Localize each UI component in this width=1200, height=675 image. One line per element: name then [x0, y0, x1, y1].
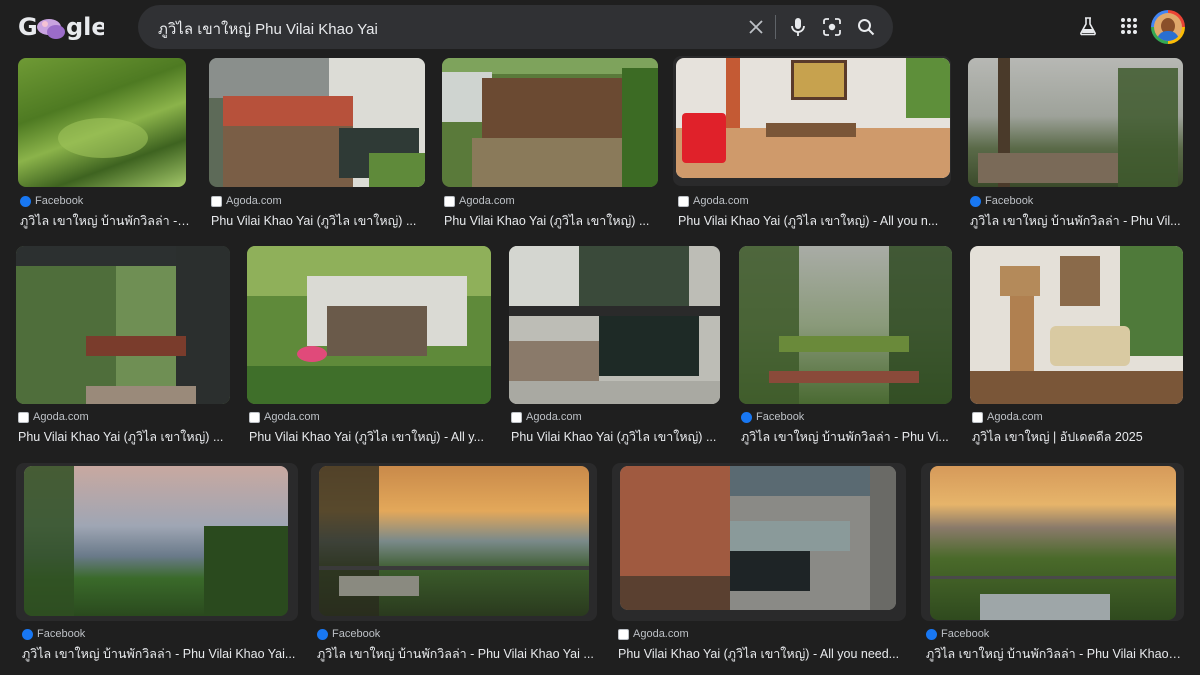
agoda-icon [249, 411, 260, 423]
result-title[interactable]: Phu Vilai Khao Yai (ภูวิไล เขาใหญ่) - Al… [678, 211, 948, 231]
image-result-card[interactable]: Facebook ภูวิไล เขาใหญ่ บ้านพักวิลล่า - … [18, 58, 190, 231]
apps-grid-icon[interactable] [1117, 14, 1141, 38]
agoda-icon [972, 411, 983, 423]
image-result-card[interactable]: Agoda.com Phu Vilai Khao Yai (ภูวิไล เขา… [676, 58, 950, 228]
facebook-icon [741, 411, 752, 423]
result-title[interactable]: ภูวิไล เขาใหญ่ บ้านพักวิลล่า - Phu Vilai… [317, 644, 597, 664]
agoda-icon [211, 195, 222, 207]
result-source: Agoda.com [33, 411, 89, 423]
agoda-icon [618, 628, 629, 640]
result-thumbnail[interactable] [676, 58, 950, 178]
image-result-card[interactable]: Agoda.com Phu Vilai Khao Yai (ภูวิไล เขา… [247, 246, 493, 446]
image-result-card[interactable]: Agoda.com Phu Vilai Khao Yai (ภูวิไล เขา… [442, 58, 660, 228]
search-icon[interactable] [854, 15, 878, 39]
agoda-icon [18, 411, 29, 423]
svg-text:G: G [18, 13, 38, 41]
result-thumbnail[interactable] [970, 246, 1183, 404]
result-source: Agoda.com [987, 411, 1043, 423]
result-title[interactable]: ภูวิไล เขาใหญ่ บ้านพักวิลล่า - Phu Vilai… [926, 644, 1182, 664]
flask-icon[interactable] [1076, 14, 1100, 38]
result-source: Facebook [985, 195, 1034, 207]
result-thumbnail[interactable] [18, 58, 186, 187]
agoda-icon [444, 195, 455, 207]
result-thumbnail[interactable] [442, 58, 658, 187]
close-icon[interactable] [744, 15, 768, 39]
result-source: Facebook [756, 411, 805, 423]
image-result-card[interactable]: Agoda.com Phu Vilai Khao Yai (ภูวิไล เขา… [509, 246, 721, 446]
result-thumbnail[interactable] [509, 246, 720, 404]
image-result-card[interactable]: Agoda.com Phu Vilai Khao Yai (ภูวิไล เขา… [16, 246, 232, 446]
result-source: Facebook [941, 628, 990, 640]
facebook-icon [20, 195, 31, 207]
search-divider [775, 15, 776, 39]
result-thumbnail[interactable] [739, 246, 952, 404]
result-source: Agoda.com [633, 628, 689, 640]
result-title[interactable]: ภูวิไล เขาใหญ่ | อัปเดตดีล 2025 [972, 427, 1184, 447]
top-bar: G gle ภูวิไล เขาใหญ่ Phu Vilai Khao Yai [0, 0, 1200, 56]
agoda-icon [511, 411, 522, 423]
microphone-icon[interactable] [786, 15, 810, 39]
image-result-card[interactable]: Agoda.com Phu Vilai Khao Yai (ภูวิไล เขา… [209, 58, 427, 228]
result-thumbnail[interactable] [620, 466, 896, 610]
result-title[interactable]: Phu Vilai Khao Yai (ภูวิไล เขาใหญ่) - Al… [249, 427, 493, 447]
image-result-card[interactable]: Agoda.com Phu Vilai Khao Yai (ภูวิไล เขา… [616, 466, 906, 666]
search-input[interactable]: ภูวิไล เขาใหญ่ Phu Vilai Khao Yai [158, 17, 378, 41]
result-thumbnail[interactable] [930, 466, 1176, 620]
result-title[interactable]: Phu Vilai Khao Yai (ภูวิไล เขาใหญ่) ... [444, 211, 660, 231]
svg-text:gle: gle [66, 13, 104, 41]
image-result-card[interactable]: Facebook ภูวิไล เขาใหญ่ บ้านพักวิลล่า - … [968, 58, 1184, 228]
facebook-icon [22, 628, 33, 640]
result-thumbnail[interactable] [209, 58, 425, 187]
facebook-icon [970, 195, 981, 207]
result-title[interactable]: ภูวิไล เขาใหญ่ บ้านพักวิลล่า - Phu Vilai… [22, 644, 298, 664]
image-result-card[interactable]: Facebook ภูวิไล เขาใหญ่ บ้านพักวิลล่า - … [20, 466, 298, 666]
result-thumbnail[interactable] [24, 466, 288, 616]
result-source: Agoda.com [264, 411, 320, 423]
result-title[interactable]: Phu Vilai Khao Yai (ภูวิไล เขาใหญ่) - Al… [618, 644, 906, 664]
result-title[interactable]: Phu Vilai Khao Yai (ภูวิไล เขาใหญ่) ... [511, 427, 722, 447]
result-source: Facebook [332, 628, 381, 640]
result-thumbnail[interactable] [247, 246, 491, 404]
google-doodle-logo[interactable]: G gle [18, 10, 108, 42]
result-title[interactable]: Phu Vilai Khao Yai (ภูวิไล เขาใหญ่) ... [211, 211, 427, 231]
result-title[interactable]: Phu Vilai Khao Yai (ภูวิไล เขาใหญ่) ... [18, 427, 232, 447]
result-source: Agoda.com [459, 195, 515, 207]
image-result-card[interactable]: Facebook ภูวิไล เขาใหญ่ บ้านพักวิลล่า - … [924, 466, 1184, 666]
result-title[interactable]: ภูวิไล เขาใหญ่ บ้านพักวิลล่า - ... [20, 211, 190, 231]
search-bar[interactable]: ภูวิไล เขาใหญ่ Phu Vilai Khao Yai [138, 5, 893, 49]
agoda-icon [678, 195, 689, 207]
result-title[interactable]: ภูวิไล เขาใหญ่ บ้านพักวิลล่า - Phu Vi... [741, 427, 953, 447]
result-thumbnail[interactable] [16, 246, 230, 404]
result-source: Facebook [35, 195, 84, 207]
result-source: Facebook [37, 628, 86, 640]
result-source: Agoda.com [693, 195, 749, 207]
result-thumbnail[interactable] [968, 58, 1183, 187]
image-result-card[interactable]: Facebook ภูวิไล เขาใหญ่ บ้านพักวิลล่า - … [315, 466, 597, 666]
result-thumbnail[interactable] [319, 466, 589, 616]
result-source: Agoda.com [526, 411, 582, 423]
facebook-icon [317, 628, 328, 640]
result-title[interactable]: ภูวิไล เขาใหญ่ บ้านพักวิลล่า - Phu Vil..… [970, 211, 1184, 231]
camera-lens-icon[interactable] [820, 15, 844, 39]
facebook-icon [926, 628, 937, 640]
avatar[interactable] [1151, 10, 1185, 44]
result-source: Agoda.com [226, 195, 282, 207]
image-result-card[interactable]: Agoda.com ภูวิไล เขาใหญ่ | อัปเดตดีล 202… [970, 246, 1184, 446]
image-result-card[interactable]: Facebook ภูวิไล เขาใหญ่ บ้านพักวิลล่า - … [739, 246, 953, 446]
